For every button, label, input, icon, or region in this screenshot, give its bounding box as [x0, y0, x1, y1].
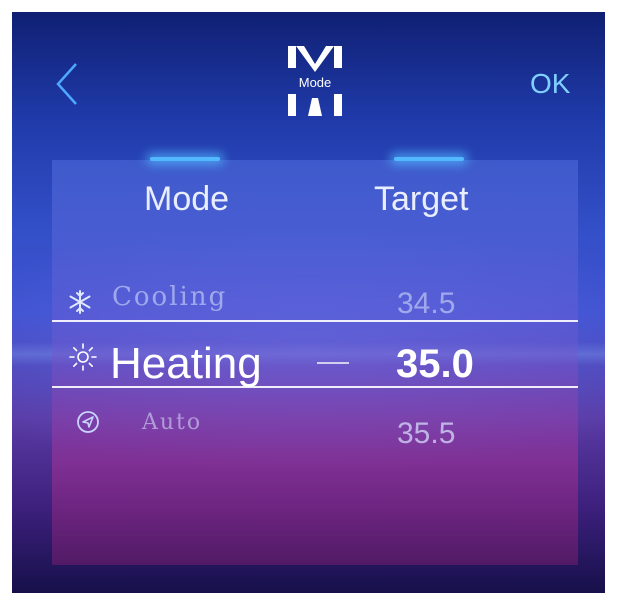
selection-dash: [317, 362, 349, 364]
sun-icon[interactable]: [68, 342, 98, 372]
snowflake-icon[interactable]: [68, 290, 92, 314]
target-option-top[interactable]: 34.5: [397, 287, 455, 321]
target-option-selected[interactable]: 35.0: [396, 342, 474, 387]
app-screen: Mode OK Mode Target Cooling 34.5 Heating…: [12, 12, 605, 593]
selection-top-line: [52, 320, 578, 322]
mode-column-accent: [150, 157, 220, 161]
mode-option-auto[interactable]: Auto: [142, 410, 202, 435]
mode-logo-label: Mode: [298, 75, 332, 90]
navigation-icon[interactable]: [76, 410, 100, 434]
target-column-accent: [394, 157, 464, 161]
mode-option-cooling[interactable]: Cooling: [112, 282, 227, 312]
target-column-header: Target: [374, 180, 469, 218]
mode-option-heating[interactable]: Heating: [110, 339, 262, 389]
mode-logo: Mode: [282, 42, 348, 118]
back-button[interactable]: [54, 60, 82, 108]
target-option-bottom[interactable]: 35.5: [397, 417, 455, 451]
ok-button[interactable]: OK: [530, 68, 570, 100]
chevron-left-icon: [56, 63, 77, 105]
mode-column-header: Mode: [144, 180, 230, 218]
